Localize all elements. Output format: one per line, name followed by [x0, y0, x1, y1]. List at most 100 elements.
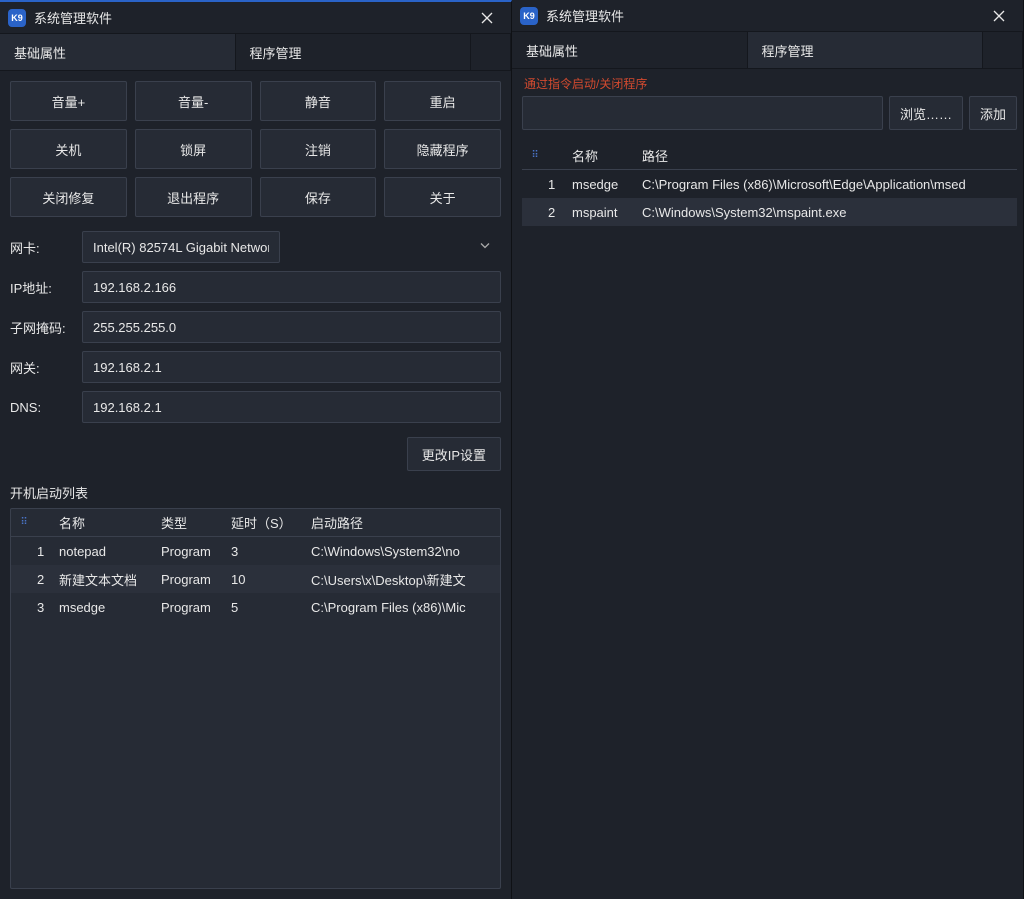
table-row[interactable]: 3 msedge Program 5 C:\Program Files (x86)\Mi…: [11, 593, 500, 621]
gateway-input[interactable]: [82, 351, 501, 383]
hide-program-button[interactable]: 隐藏程序: [384, 129, 501, 169]
hint-text: 通过指令启动/关闭程序: [522, 75, 1017, 96]
row-name: 新建文本文档: [59, 570, 155, 589]
window-title: 系统管理软件: [34, 8, 471, 27]
tab-extra[interactable]: [983, 32, 1023, 68]
basic-tab-body: 音量+ 音量- 静音 重启 关机 锁屏 注销 隐藏程序 关闭修复 退出程序 保存…: [0, 71, 511, 899]
path-row: 浏览…… 添加: [522, 96, 1017, 130]
close-recover-button[interactable]: 关闭修复: [10, 177, 127, 217]
startup-table: ⠿ 名称 类型 延时（S） 启动路径 1 notepad Program 3 C:\Wi…: [10, 508, 501, 889]
ip-label: IP地址:: [10, 278, 82, 297]
nic-row: 网卡:: [10, 231, 501, 263]
app-icon: K9: [8, 9, 26, 27]
row-delay: 3: [231, 544, 305, 559]
startup-table-body: 1 notepad Program 3 C:\Windows\System32\no 2新…: [11, 537, 500, 888]
col-delay: 延时（S）: [231, 513, 305, 532]
save-button[interactable]: 保存: [260, 177, 377, 217]
row-path: C:\Program Files (x86)\Microsoft\Edge\Ap…: [642, 177, 1011, 192]
row-delay: 10: [231, 572, 305, 587]
row-name: mspaint: [572, 205, 636, 220]
path-input[interactable]: [522, 96, 883, 130]
exit-program-button[interactable]: 退出程序: [135, 177, 252, 217]
logoff-button[interactable]: 注销: [260, 129, 377, 169]
nic-select[interactable]: [82, 231, 501, 263]
row-index: 1: [548, 177, 566, 192]
col-path: 路径: [642, 146, 1011, 165]
row-index: 3: [37, 600, 53, 615]
add-button[interactable]: 添加: [969, 96, 1017, 130]
tab-basic[interactable]: 基础属性: [512, 32, 748, 68]
program-tab-body: 通过指令启动/关闭程序 浏览…… 添加 ⠿ 名称 路径 1 msedge C:\Pr…: [512, 69, 1023, 899]
col-type: 类型: [161, 513, 225, 532]
tab-program-label: 程序管理: [762, 41, 814, 60]
table-row[interactable]: 1 notepad Program 3 C:\Windows\System32\no: [11, 537, 500, 565]
volume-up-button[interactable]: 音量+: [10, 81, 127, 121]
row-index: 2: [37, 572, 53, 587]
row-type: Program: [161, 572, 225, 587]
row-path: C:\Windows\System32\no: [311, 544, 494, 559]
table-row[interactable]: 2 新建文本文档 Program 10 C:\Users\x\Desktop\新建文: [11, 565, 500, 593]
tab-extra[interactable]: [471, 34, 511, 70]
tab-basic-label: 基础属性: [526, 41, 578, 60]
row-type: Program: [161, 544, 225, 559]
chevron-down-icon: [479, 240, 491, 255]
col-name: 名称: [59, 513, 155, 532]
gateway-label: 网关:: [10, 358, 82, 377]
action-buttons: 音量+ 音量- 静音 重启 关机 锁屏 注销 隐藏程序 关闭修复 退出程序 保存…: [10, 81, 501, 217]
grip-icon: ⠿: [528, 150, 542, 161]
col-path: 启动路径: [311, 513, 494, 532]
ip-input[interactable]: [82, 271, 501, 303]
change-ip-button[interactable]: 更改IP设置: [407, 437, 501, 471]
ip-actions: 更改IP设置: [10, 437, 501, 471]
close-icon: [993, 10, 1005, 22]
startup-list-heading: 开机启动列表: [10, 483, 501, 502]
gateway-row: 网关:: [10, 351, 501, 383]
titlebar: K9 系统管理软件: [0, 2, 511, 34]
row-name: notepad: [59, 544, 155, 559]
close-button[interactable]: [471, 4, 503, 32]
tab-program-label: 程序管理: [250, 43, 302, 62]
row-type: Program: [161, 600, 225, 615]
program-table: ⠿ 名称 路径 1 msedge C:\Program Files (x86)\Mi…: [522, 142, 1017, 889]
left-window: K9 系统管理软件 基础属性 程序管理 音量+ 音量- 静音 重启 关机 锁屏 …: [0, 0, 512, 899]
window-title: 系统管理软件: [546, 6, 983, 25]
dns-input[interactable]: [82, 391, 501, 423]
lock-button[interactable]: 锁屏: [135, 129, 252, 169]
row-index: 1: [37, 544, 53, 559]
about-button[interactable]: 关于: [384, 177, 501, 217]
app-icon: K9: [520, 7, 538, 25]
dns-row: DNS:: [10, 391, 501, 423]
tab-program[interactable]: 程序管理: [748, 32, 984, 68]
tab-basic-label: 基础属性: [14, 43, 66, 62]
right-window: K9 系统管理软件 基础属性 程序管理 通过指令启动/关闭程序 浏览…… 添加 …: [512, 0, 1024, 899]
volume-down-button[interactable]: 音量-: [135, 81, 252, 121]
close-icon: [481, 12, 493, 24]
tabs: 基础属性 程序管理: [0, 34, 511, 71]
row-path: C:\Program Files (x86)\Mic: [311, 600, 494, 615]
nic-label: 网卡:: [10, 238, 82, 257]
col-name: 名称: [572, 146, 636, 165]
browse-button[interactable]: 浏览……: [889, 96, 963, 130]
dns-label: DNS:: [10, 400, 82, 415]
mask-row: 子网掩码:: [10, 311, 501, 343]
program-table-body: 1 msedge C:\Program Files (x86)\Microsoft\…: [522, 170, 1017, 889]
row-index: 2: [548, 205, 566, 220]
mute-button[interactable]: 静音: [260, 81, 377, 121]
row-path: C:\Users\x\Desktop\新建文: [311, 570, 494, 589]
row-name: msedge: [59, 600, 155, 615]
tab-program[interactable]: 程序管理: [236, 34, 472, 70]
mask-input[interactable]: [82, 311, 501, 343]
row-path: C:\Windows\System32\mspaint.exe: [642, 205, 1011, 220]
ip-row: IP地址:: [10, 271, 501, 303]
close-button[interactable]: [983, 2, 1015, 30]
row-delay: 5: [231, 600, 305, 615]
startup-table-header: ⠿ 名称 类型 延时（S） 启动路径: [11, 509, 500, 537]
row-name: msedge: [572, 177, 636, 192]
table-row[interactable]: 2 mspaint C:\Windows\System32\mspaint.exe: [522, 198, 1017, 226]
reboot-button[interactable]: 重启: [384, 81, 501, 121]
tab-basic[interactable]: 基础属性: [0, 34, 236, 70]
nic-value[interactable]: [82, 231, 280, 263]
titlebar: K9 系统管理软件: [512, 0, 1023, 32]
shutdown-button[interactable]: 关机: [10, 129, 127, 169]
table-row[interactable]: 1 msedge C:\Program Files (x86)\Microsoft\…: [522, 170, 1017, 198]
